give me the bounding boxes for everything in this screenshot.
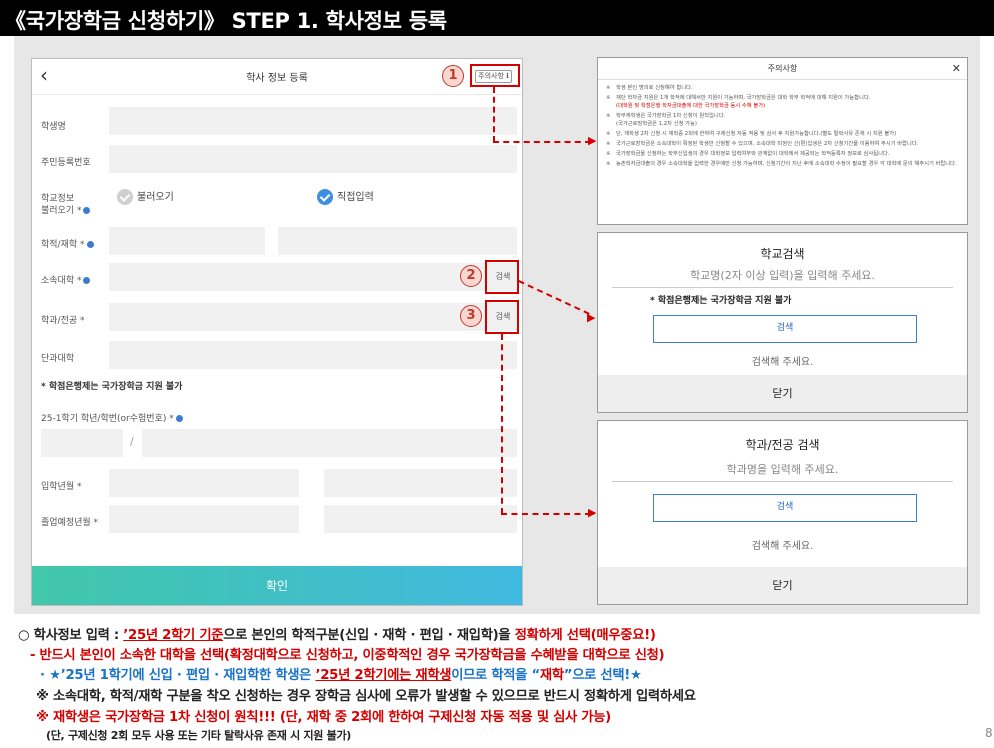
close-icon[interactable]: ✕: [952, 58, 961, 80]
radio-load[interactable]: 불러오기: [117, 188, 174, 205]
arrow-connector: [501, 334, 503, 514]
list-item: 국가근로장학금은 소속대학이 확정된 학생만 신청할 수 있으며, 소속대학 미…: [606, 140, 961, 148]
graduation-month-select[interactable]: [324, 505, 517, 533]
info-icon: [83, 277, 91, 284]
list-item: 학생 본인 명의로 신청해야 합니다.: [606, 84, 961, 92]
info-icon: [175, 415, 183, 422]
list-item: 국가장학금을 신청하는 학부신입생의 경우 대학정보 입력여부와 관계없이 대학…: [606, 150, 961, 158]
marker-3: 3: [460, 305, 482, 327]
department-search-input[interactable]: 학과명을 입력해 주세요.: [612, 461, 953, 482]
academic-info-form: ‹ 학사 정보 등록 주의사항 ℹ 학생명 주민등록번호 학교정보 불러오기 *…: [31, 58, 523, 606]
list-item: 농촌학자금대출의 경우 소속대학을 입력한 경우에만 신청 가능하며, 신청기간…: [606, 160, 961, 168]
school-search-button[interactable]: 검색: [653, 315, 917, 343]
rrn-field[interactable]: [109, 145, 517, 173]
admission-month-select[interactable]: [324, 469, 517, 497]
highlight-notice: [470, 64, 520, 87]
arrow-connector: [501, 513, 591, 515]
note-line-4: ※ 소속대학, 학적/재학 구분을 착오 신청하는 경우 장학금 심사에 오류가…: [36, 689, 696, 704]
confirm-button[interactable]: 확인: [32, 566, 522, 605]
arrow-head-icon: ▶: [587, 311, 596, 324]
label-admission: 입학년월 *: [41, 482, 82, 492]
list-item: 단, 재학생 2차 신청 시 재학중 2회에 한하여 구제신청 자동 적용 및 …: [606, 130, 961, 138]
department-search-panel: 학과/전공 검색 학과명을 입력해 주세요. 검색 검색해 주세요. 닫기: [597, 420, 968, 605]
department-search-title: 학과/전공 검색: [745, 438, 820, 452]
label-university: 소속대학 *: [41, 273, 91, 286]
student-number-field[interactable]: [142, 429, 517, 457]
department-search-button[interactable]: 검색: [653, 494, 917, 522]
list-item: 학부재학생은 국가장학금 1차 신청이 원칙입니다.(국가근로장학금은 1,2차…: [606, 112, 961, 128]
search-hint: 검색해 주세요.: [751, 541, 814, 552]
note-line-3: · ★’25년 1학기에 신입 · 편입 · 재입학한 학생은 ’25년 2학기…: [40, 668, 642, 683]
student-name-field[interactable]: [109, 107, 517, 135]
close-button[interactable]: 닫기: [598, 375, 967, 412]
check-circle-icon: [317, 189, 333, 205]
arrow-connector: [493, 87, 495, 142]
label-rrn: 주민등록번호: [41, 158, 91, 168]
note-line-2: - 반드시 본인이 소속한 대학을 선택(확정대학으로 신청하고, 이중학적인 …: [30, 648, 665, 663]
page-number: 8: [985, 726, 993, 740]
info-icon: [86, 241, 94, 248]
label-student-name: 학생명: [41, 122, 66, 132]
school-search-input[interactable]: 학교명(2자 이상 입력)을 입력해 주세요.: [612, 267, 953, 288]
list-item: 재단 학자금 지원은 1개 학적에 대해서만 지원이 가능하며, 국가장학금은 …: [606, 94, 961, 110]
close-button[interactable]: 닫기: [598, 567, 967, 604]
university-field[interactable]: [109, 263, 517, 291]
label-grade: 25-1학기 학년/학번(or수험번호) *: [41, 411, 183, 424]
arrow-head-icon: ▶: [588, 134, 597, 147]
marker-1: 1: [442, 65, 464, 87]
grade-field[interactable]: [41, 429, 123, 457]
notice-list: 학생 본인 명의로 신청해야 합니다. 재단 학자금 지원은 1개 학적에 대해…: [598, 80, 967, 168]
marker-2: 2: [460, 265, 482, 287]
note-line-1: ○ 학사정보 입력 : ’25년 2학기 기준으로 본인의 학적구분(신입 · …: [18, 628, 656, 643]
grade-separator: /: [130, 435, 134, 448]
info-icon: [83, 207, 91, 214]
arrow-head-icon: ▶: [588, 506, 597, 519]
notice-panel-title: 주의사항: [767, 64, 798, 73]
status-select[interactable]: [109, 227, 265, 255]
note-line-5: ※ 재학생은 국가장학금 1차 신청이 원칙!!! (단, 재학 중 2회에 한…: [36, 710, 611, 725]
label-status: 학적/재학 *: [41, 237, 94, 250]
department-field[interactable]: [109, 303, 517, 331]
label-department: 학과/전공 *: [41, 316, 85, 326]
label-school-info-2: 불러오기 *: [41, 203, 91, 216]
school-search-title: 학교검색: [760, 247, 805, 261]
arrow-connector: [493, 141, 591, 143]
school-search-panel: 학교검색 학교명(2자 이상 입력)을 입력해 주세요. * 학점은행제는 국가…: [597, 232, 968, 413]
credit-bank-note: * 학점은행제는 국가장학금 지원 불가: [650, 296, 792, 306]
college-field[interactable]: [109, 341, 517, 369]
check-circle-icon: [117, 189, 133, 205]
highlight-department-search: [485, 300, 519, 334]
graduation-year-select[interactable]: [109, 505, 299, 533]
notice-panel: 주의사항 ✕ 학생 본인 명의로 신청해야 합니다. 재단 학자금 지원은 1개…: [597, 57, 968, 225]
credit-bank-note: * 학점은행제는 국가장학금 지원 불가: [41, 382, 183, 392]
admission-year-select[interactable]: [109, 469, 299, 497]
label-graduation: 졸업예정년월 *: [41, 518, 99, 528]
page-title: 《국가장학금 신청하기》 STEP 1. 학사정보 등록: [0, 0, 994, 36]
enrollment-select[interactable]: [278, 227, 517, 255]
note-line-6: (단, 구제신청 2회 모두 사용 또는 기타 탈락사유 존재 시 지원 불가): [46, 729, 352, 742]
notice-panel-header: 주의사항 ✕: [598, 58, 967, 80]
radio-direct-input[interactable]: 직접입력: [317, 188, 374, 205]
label-college: 단과대학: [41, 354, 75, 364]
highlight-university-search: [485, 260, 519, 294]
search-hint: 검색해 주세요.: [751, 357, 814, 368]
